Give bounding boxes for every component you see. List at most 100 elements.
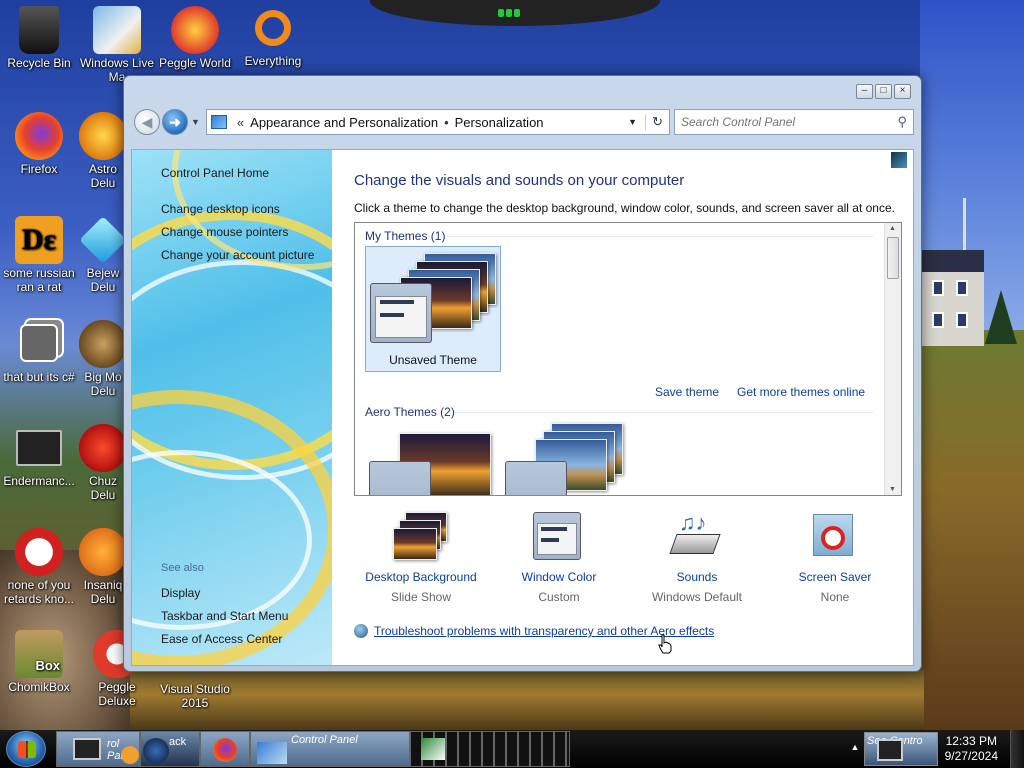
- screen-saver-label[interactable]: Screen Saver: [770, 570, 900, 584]
- desktop-icon-visual-studio[interactable]: Visual Studio 2015: [156, 682, 234, 710]
- desktop-icon-bejeweled[interactable]: Bejew Delu: [78, 216, 128, 294]
- maximize-button[interactable]: □: [875, 84, 892, 99]
- taskbar-item-browser[interactable]: ack: [140, 731, 200, 767]
- de-app-icon: Dε: [15, 216, 63, 264]
- desktop-field: [920, 330, 1024, 730]
- mail-icon: [93, 6, 141, 54]
- see-also-heading: See also: [161, 562, 204, 574]
- firefox-icon: [15, 112, 63, 160]
- magnifier-icon: [255, 10, 291, 46]
- search-input[interactable]: [681, 115, 898, 129]
- show-desktop-button[interactable]: [1010, 730, 1024, 768]
- rat-logo-icon: [15, 528, 63, 576]
- chuzzle-icon: [79, 424, 127, 472]
- desktop-icon-everything[interactable]: Everything: [234, 6, 312, 68]
- sounds-value: Windows Default: [651, 590, 743, 604]
- page-title: Change the visuals and sounds on your co…: [354, 172, 685, 189]
- sounds-label[interactable]: Sounds: [632, 570, 762, 584]
- breadcrumb-appearance[interactable]: Appearance and Personalization: [250, 115, 438, 130]
- change-desktop-icons-link[interactable]: Change desktop icons: [161, 202, 280, 216]
- search-box[interactable]: ⚲: [674, 109, 914, 135]
- media-player-icon: [121, 746, 139, 764]
- main-pane: Change the visuals and sounds on your co…: [332, 150, 913, 665]
- desktop-background-option[interactable]: Desktop Background Slide Show: [356, 512, 486, 604]
- change-mouse-pointers-link[interactable]: Change mouse pointers: [161, 225, 288, 239]
- gem-icon: [79, 216, 127, 264]
- desktop-icon-big-money[interactable]: Big Mo Delu: [78, 320, 128, 398]
- refresh-icon[interactable]: ↻: [645, 114, 669, 130]
- taskbar-item-film[interactable]: [410, 731, 570, 767]
- desktop-icon-none-of-you[interactable]: none of you retards kno...: [0, 528, 78, 606]
- desktop-background-label[interactable]: Desktop Background: [356, 570, 486, 584]
- scroll-up-icon[interactable]: ▲: [889, 225, 896, 232]
- desktop-icon-peggle-world[interactable]: Peggle World: [156, 6, 234, 70]
- taskbar-item-label: ack: [169, 736, 187, 748]
- desktop-icon-windows-live-mail[interactable]: Windows Live Ma: [78, 6, 156, 84]
- desktop-icon-endermanch[interactable]: Endermanc...: [0, 424, 78, 488]
- breadcrumb-overflow-chevron[interactable]: «: [237, 115, 244, 130]
- aero-themes-heading[interactable]: Aero Themes (2): [365, 405, 455, 419]
- control-panel-window[interactable]: – □ × ◀ ➜ ▼ « Appearance and Personaliza…: [123, 75, 922, 672]
- show-hidden-icons-button[interactable]: ▲: [848, 736, 862, 758]
- star-icon: [79, 112, 127, 160]
- window-color-option[interactable]: Window Color Custom: [494, 512, 624, 604]
- control-panel-home-link[interactable]: Control Panel Home: [161, 166, 269, 180]
- forward-button[interactable]: ➜: [162, 109, 188, 135]
- taskbar-item-label: Control Panel: [291, 734, 358, 746]
- troubleshoot-icon: [354, 624, 368, 638]
- theme-name: Unsaved Theme: [389, 353, 477, 367]
- theme-item-aero-1[interactable]: [369, 433, 495, 495]
- theme-list[interactable]: My Themes (1) Unsaved Theme Save theme G…: [354, 222, 902, 496]
- desktop-icon-astro[interactable]: Astro Delu: [78, 112, 128, 190]
- house-image: [922, 250, 984, 346]
- close-button[interactable]: ×: [894, 84, 911, 99]
- screen-saver-option[interactable]: Screen Saver None: [770, 512, 900, 604]
- theme-preview-window-icon: [370, 283, 432, 343]
- clock[interactable]: 12:33 PM 9/27/2024: [945, 734, 998, 764]
- hand-cursor-icon: [658, 634, 672, 654]
- save-theme-link[interactable]: Save theme: [655, 385, 719, 399]
- change-account-picture-link[interactable]: Change your account picture: [161, 248, 314, 262]
- breadcrumb-separator-icon[interactable]: •: [444, 115, 449, 130]
- minimize-button[interactable]: –: [856, 84, 873, 99]
- tray-thumbnail[interactable]: Sea Contro: [864, 732, 938, 766]
- desktop-icon-insaniquarium[interactable]: Insaniq Delu: [78, 528, 128, 606]
- back-button[interactable]: ◀: [134, 109, 160, 135]
- desktop-icon-firefox[interactable]: Firefox: [0, 112, 78, 176]
- taskbar-item-control-panel-1[interactable]: rol Panel: [56, 731, 140, 767]
- address-dropdown-icon[interactable]: ▼: [620, 117, 645, 127]
- scroll-down-icon[interactable]: ▼: [889, 486, 896, 493]
- search-icon[interactable]: ⚲: [897, 114, 907, 130]
- desktop-icon-chomikbox[interactable]: Box ChomikBox: [0, 630, 78, 694]
- money-bag-icon: [79, 320, 127, 368]
- peggle-icon: [171, 6, 219, 54]
- taskbar-item-control-panel-2[interactable]: Control Panel: [250, 731, 410, 767]
- theme-list-scrollbar[interactable]: ▲ ▼: [884, 223, 901, 495]
- desktop-icon-recycle-bin[interactable]: Recycle Bin: [0, 6, 78, 70]
- desktop-icon-that-but-its-csharp[interactable]: that but its c#: [0, 320, 78, 384]
- ease-of-access-link[interactable]: Ease of Access Center: [161, 632, 282, 646]
- console-icon: [16, 430, 62, 466]
- theme-item-aero-2[interactable]: [505, 423, 631, 495]
- desktop-icon-some-russian[interactable]: Dε some russian ran a rat: [0, 216, 78, 294]
- scroll-thumb[interactable]: [887, 237, 899, 279]
- meadow-image: [130, 670, 924, 730]
- get-more-themes-link[interactable]: Get more themes online: [737, 385, 865, 399]
- window-controls: – □ ×: [856, 84, 911, 99]
- taskbar-start-menu-link[interactable]: Taskbar and Start Menu: [161, 609, 288, 623]
- my-themes-heading[interactable]: My Themes (1): [365, 229, 445, 243]
- start-button[interactable]: [6, 731, 46, 767]
- desktop-icon-chuzzle[interactable]: Chuz Delu: [78, 424, 128, 502]
- help-icon[interactable]: [891, 152, 907, 168]
- breadcrumb-personalization[interactable]: Personalization: [455, 115, 544, 130]
- desktop-background-value: Slide Show: [390, 590, 452, 604]
- taskbar-item-firefox[interactable]: [200, 731, 250, 767]
- monitor-icon: [877, 739, 903, 761]
- hamster-icon: Box: [15, 630, 63, 678]
- recent-pages-dropdown[interactable]: ▼: [191, 117, 200, 127]
- theme-item-unsaved[interactable]: Unsaved Theme: [365, 246, 501, 372]
- window-color-label[interactable]: Window Color: [494, 570, 624, 584]
- sounds-option[interactable]: ♫♪ Sounds Windows Default: [632, 512, 762, 605]
- display-link[interactable]: Display: [161, 586, 200, 600]
- breadcrumb[interactable]: « Appearance and Personalization • Perso…: [205, 109, 670, 135]
